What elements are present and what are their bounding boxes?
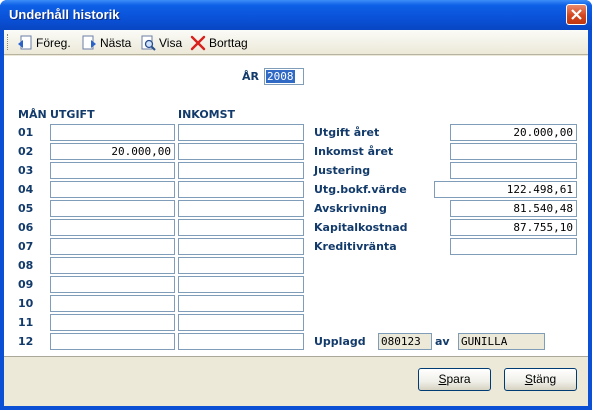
- expense-cell[interactable]: [50, 333, 175, 350]
- toolbar: Föreg. Nästa Visa Borttag: [4, 30, 588, 55]
- book-value-label: Utg.bokf.värde: [314, 183, 407, 196]
- credit-rate-label: Kreditivränta: [314, 240, 397, 253]
- income-header: INKOMST: [178, 108, 236, 121]
- expense-cell[interactable]: [50, 276, 175, 293]
- expense-header: UTGIFT: [50, 108, 95, 121]
- adjustment-label: Justering: [314, 164, 371, 177]
- income-cell[interactable]: [178, 257, 304, 274]
- red-x-icon: [190, 35, 206, 51]
- client-area: Föreg. Nästa Visa Borttag ÅR 2008 MÅN UT…: [4, 30, 588, 406]
- history-form: ÅR 2008 MÅN UTGIFT INKOMST 01 02 20.000,00…: [4, 56, 588, 382]
- doc-prev-icon: [17, 35, 33, 51]
- depreciation-label: Avskrivning: [314, 202, 387, 215]
- expense-cell[interactable]: [50, 124, 175, 141]
- expense-cell[interactable]: [50, 238, 175, 255]
- expense-cell[interactable]: [50, 257, 175, 274]
- expense-cell[interactable]: [50, 295, 175, 312]
- month-label: 07: [18, 240, 34, 253]
- income-cell[interactable]: [178, 314, 304, 331]
- income-cell[interactable]: [178, 181, 304, 198]
- created-by-field: GUNILLA: [458, 333, 545, 350]
- button-bar: Spara Stäng: [4, 356, 588, 406]
- income-cell[interactable]: [178, 219, 304, 236]
- delete-button[interactable]: Borttag: [190, 32, 248, 53]
- income-cell[interactable]: [178, 124, 304, 141]
- month-label: 09: [18, 278, 34, 291]
- created-label: Upplagd: [314, 335, 366, 348]
- expense-cell[interactable]: [50, 200, 175, 217]
- month-label: 11: [18, 316, 34, 329]
- year-label: ÅR: [242, 70, 259, 83]
- capital-cost-field[interactable]: 87.755,10: [450, 219, 577, 236]
- month-header: MÅN: [18, 108, 47, 121]
- credit-rate-field[interactable]: [450, 238, 577, 255]
- month-label: 05: [18, 202, 34, 215]
- expense-cell[interactable]: [50, 314, 175, 331]
- income-cell[interactable]: [178, 238, 304, 255]
- month-label: 01: [18, 126, 34, 139]
- income-cell[interactable]: [178, 200, 304, 217]
- close-icon: [571, 9, 582, 20]
- income-cell[interactable]: [178, 333, 304, 350]
- depreciation-field[interactable]: 81.540,48: [450, 200, 577, 217]
- expense-cell[interactable]: 20.000,00: [50, 143, 175, 160]
- expense-year-label: Utgift året: [314, 126, 380, 139]
- close-window-button[interactable]: [566, 4, 587, 25]
- income-year-label: Inkomst året: [314, 145, 394, 158]
- adjustment-field[interactable]: [450, 162, 577, 179]
- previous-button[interactable]: Föreg.: [17, 32, 71, 53]
- month-label: 12: [18, 335, 34, 348]
- doc-next-icon: [81, 35, 97, 51]
- toolbar-grip[interactable]: [7, 34, 10, 50]
- income-cell[interactable]: [178, 276, 304, 293]
- expense-cell[interactable]: [50, 162, 175, 179]
- expense-cell[interactable]: [50, 219, 175, 236]
- income-year-field[interactable]: [450, 143, 577, 160]
- month-label: 08: [18, 259, 34, 272]
- window-title: Underhåll historik: [9, 7, 120, 22]
- dialog-window: Underhåll historik Föreg. Nästa Visa Bor…: [0, 0, 592, 410]
- delete-label: Borttag: [209, 35, 248, 50]
- view-label: Visa: [159, 35, 183, 50]
- next-button[interactable]: Nästa: [81, 32, 131, 53]
- income-cell[interactable]: [178, 162, 304, 179]
- month-label: 10: [18, 297, 34, 310]
- created-date-field: 080123: [378, 333, 432, 350]
- save-button[interactable]: Spara: [418, 368, 491, 391]
- month-label: 03: [18, 164, 34, 177]
- doc-view-icon: [140, 35, 156, 51]
- created-by-label: av: [435, 335, 450, 348]
- expense-year-field[interactable]: 20.000,00: [450, 124, 577, 141]
- previous-label: Föreg.: [36, 35, 71, 50]
- month-label: 06: [18, 221, 34, 234]
- year-field[interactable]: 2008: [264, 68, 304, 85]
- income-cell[interactable]: [178, 143, 304, 160]
- expense-cell[interactable]: [50, 181, 175, 198]
- capital-cost-label: Kapitalkostnad: [314, 221, 408, 234]
- title-bar[interactable]: Underhåll historik: [0, 0, 592, 30]
- month-label: 04: [18, 183, 34, 196]
- income-cell[interactable]: [178, 295, 304, 312]
- next-label: Nästa: [100, 35, 132, 50]
- month-label: 02: [18, 145, 34, 158]
- view-button[interactable]: Visa: [140, 32, 182, 53]
- close-button[interactable]: Stäng: [504, 368, 577, 391]
- book-value-field[interactable]: 122.498,61: [434, 181, 577, 198]
